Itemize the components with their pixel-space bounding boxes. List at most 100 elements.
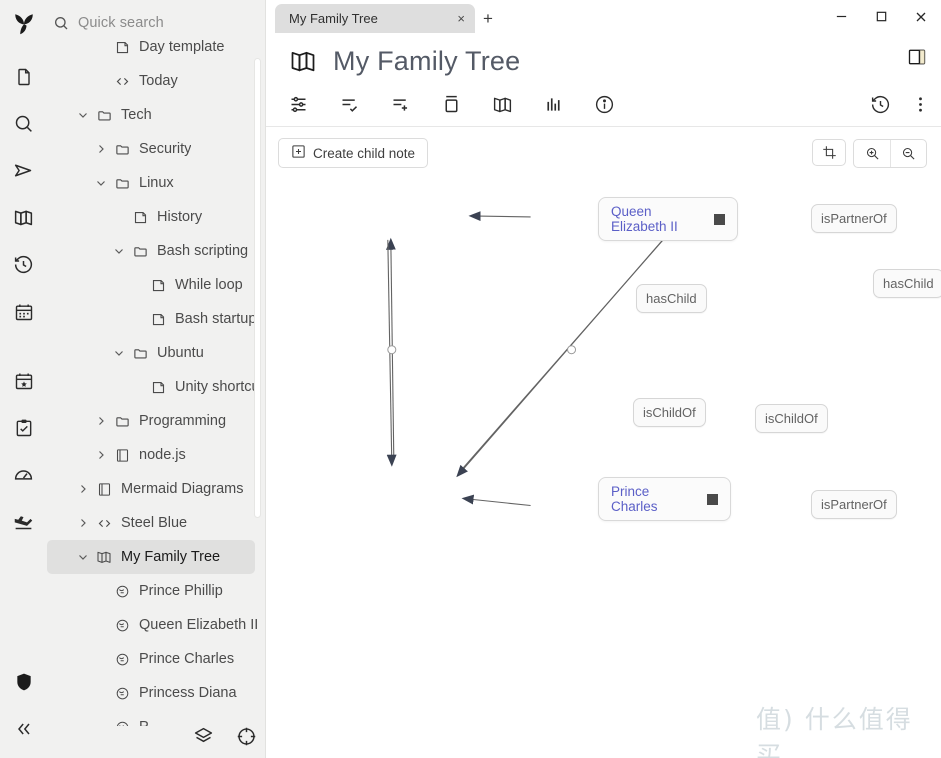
dots-vertical-icon[interactable] [909, 94, 931, 116]
archive-icon[interactable] [440, 94, 462, 116]
crosshair-icon[interactable] [236, 726, 257, 752]
zoom-out-button[interactable] [890, 139, 926, 167]
zoom-in-button[interactable] [854, 140, 890, 167]
chevron-down-icon[interactable] [91, 177, 111, 189]
list-plus-icon[interactable] [389, 94, 411, 116]
edge-label-e1[interactable]: isPartnerOf [811, 204, 897, 233]
close-icon[interactable]: × [457, 12, 465, 25]
note-tree-sidebar: Quick search Day template Today Tech Securi… [47, 0, 300, 758]
tab-my-family-tree[interactable]: My Family Tree × [275, 4, 475, 33]
sidebar-scrollbar[interactable] [254, 58, 261, 518]
tree-item-prince-phillip[interactable]: Prince Phillip [47, 574, 265, 608]
edge-label-e3[interactable]: hasChild [873, 269, 941, 298]
create-child-note-label: Create child note [313, 145, 416, 161]
clock-history-icon[interactable] [869, 94, 891, 116]
sidebar-item-calendar[interactable] [4, 288, 44, 335]
maximize-button[interactable] [861, 0, 901, 33]
tree-item-node-js[interactable]: node.js [47, 438, 265, 472]
sidebar-item-tasks[interactable] [4, 404, 44, 451]
sidebar-item-notes[interactable] [4, 53, 44, 100]
code-icon [111, 74, 133, 89]
tree-item-queen-elizabeth-ii[interactable]: Queen Elizabeth II [47, 608, 265, 642]
note-icon [147, 278, 169, 293]
note-tree[interactable]: Day template Today Tech Security Linux Histor… [47, 30, 265, 726]
create-child-note-button[interactable]: Create child note [278, 138, 429, 168]
shield-icon[interactable] [4, 658, 44, 705]
tree-item-label: Prince Charles [139, 651, 235, 667]
chevron-right-icon[interactable] [91, 143, 111, 155]
edge-label-e4[interactable]: isChildOf [633, 398, 706, 427]
add-box-icon [291, 144, 306, 162]
edge-label-e5[interactable]: isChildOf [755, 404, 828, 433]
tree-item-security[interactable]: Security [47, 132, 265, 166]
minimize-button[interactable] [821, 0, 861, 33]
tree-item-today[interactable]: Today [47, 64, 265, 98]
tree-item-my-family-tree[interactable]: My Family Tree [47, 540, 255, 574]
folder-icon [129, 346, 151, 361]
graph-node-qe2[interactable]: Queen Elizabeth II [598, 197, 738, 241]
sidebar-item-search[interactable] [4, 100, 44, 147]
close-button[interactable] [901, 0, 941, 33]
tree-item-p[interactable]: P [47, 710, 265, 726]
edge-label-e2[interactable]: hasChild [636, 284, 707, 313]
sidebar-item-recent-changes[interactable] [4, 241, 44, 288]
tree-item-steel-blue[interactable]: Steel Blue [47, 506, 265, 540]
right-panel-icon[interactable] [907, 47, 927, 72]
chevron-down-icon[interactable] [109, 347, 129, 359]
sidebar-item-week[interactable] [4, 357, 44, 404]
sliders-icon[interactable] [287, 94, 309, 116]
node-resize-handle[interactable] [714, 213, 725, 225]
tree-item-programming[interactable]: Programming [47, 404, 265, 438]
list-check-icon[interactable] [338, 94, 360, 116]
chevron-right-icon[interactable] [91, 449, 111, 461]
sidebar-item-book[interactable] [4, 194, 44, 241]
tree-item-mermaid-diagrams[interactable]: Mermaid Diagrams [47, 472, 265, 506]
sidebar-item-jump-to[interactable] [4, 147, 44, 194]
graph-node-pc[interactable]: Prince Charles [598, 477, 731, 521]
tree-item-ubuntu[interactable]: Ubuntu [47, 336, 265, 370]
new-tab-button[interactable]: + [475, 4, 501, 33]
code-icon [93, 516, 115, 531]
tree-item-label: node.js [139, 447, 186, 463]
chevron-right-icon[interactable] [73, 517, 93, 529]
relation-map-canvas[interactable]: Queen Elizabeth IIPrince PhillipPrince C… [266, 170, 941, 758]
tree-item-prince-charles[interactable]: Prince Charles [47, 642, 265, 676]
sidebar-item-dashboard[interactable] [4, 451, 44, 498]
sidebar-item-inbox[interactable] [4, 498, 44, 545]
trilium-leaf-logo[interactable] [9, 8, 39, 43]
tree-item-while-loop[interactable]: While loop [47, 268, 265, 302]
tree-item-label: Mermaid Diagrams [121, 481, 244, 497]
tree-item-history[interactable]: History [47, 200, 265, 234]
tree-item-label: Today [139, 73, 178, 89]
folder-icon [129, 244, 151, 259]
note-title-row: My Family Tree [266, 39, 941, 83]
tree-item-princess-diana[interactable]: Princess Diana [47, 676, 265, 710]
tree-item-unity-shortcuts[interactable]: Unity shortcuts [47, 370, 265, 404]
tree-item-day-template[interactable]: Day template [47, 30, 265, 64]
info-circle-icon[interactable] [593, 94, 615, 116]
zoom-controls [812, 138, 927, 168]
map-icon[interactable] [491, 94, 513, 116]
chevron-down-icon[interactable] [109, 245, 129, 257]
tree-item-label: Bash scripting [157, 243, 249, 259]
chevron-down-icon[interactable] [73, 109, 93, 121]
chevron-right-icon[interactable] [73, 483, 93, 495]
relation-icon [111, 686, 133, 701]
tree-item-tech[interactable]: Tech [47, 98, 265, 132]
tree-item-linux[interactable]: Linux [47, 166, 265, 200]
tree-item-label: Linux [139, 175, 174, 191]
tab-title: My Family Tree [289, 11, 378, 26]
collapse-sidebar-button[interactable] [4, 705, 44, 752]
tree-item-bash-startup[interactable]: Bash startup [47, 302, 265, 336]
node-resize-handle[interactable] [707, 493, 718, 505]
bar-chart-icon[interactable] [542, 94, 564, 116]
chevron-right-icon[interactable] [91, 415, 111, 427]
chevron-down-icon[interactable] [73, 551, 93, 563]
tree-item-bash-scripting[interactable]: Bash scripting [47, 234, 265, 268]
fit-to-screen-button[interactable] [812, 138, 846, 166]
map-icon [289, 47, 317, 75]
zoom-button-pair [853, 138, 927, 168]
folder-icon [111, 176, 133, 191]
layers-icon[interactable] [193, 726, 214, 752]
edge-label-e6[interactable]: isPartnerOf [811, 490, 897, 519]
